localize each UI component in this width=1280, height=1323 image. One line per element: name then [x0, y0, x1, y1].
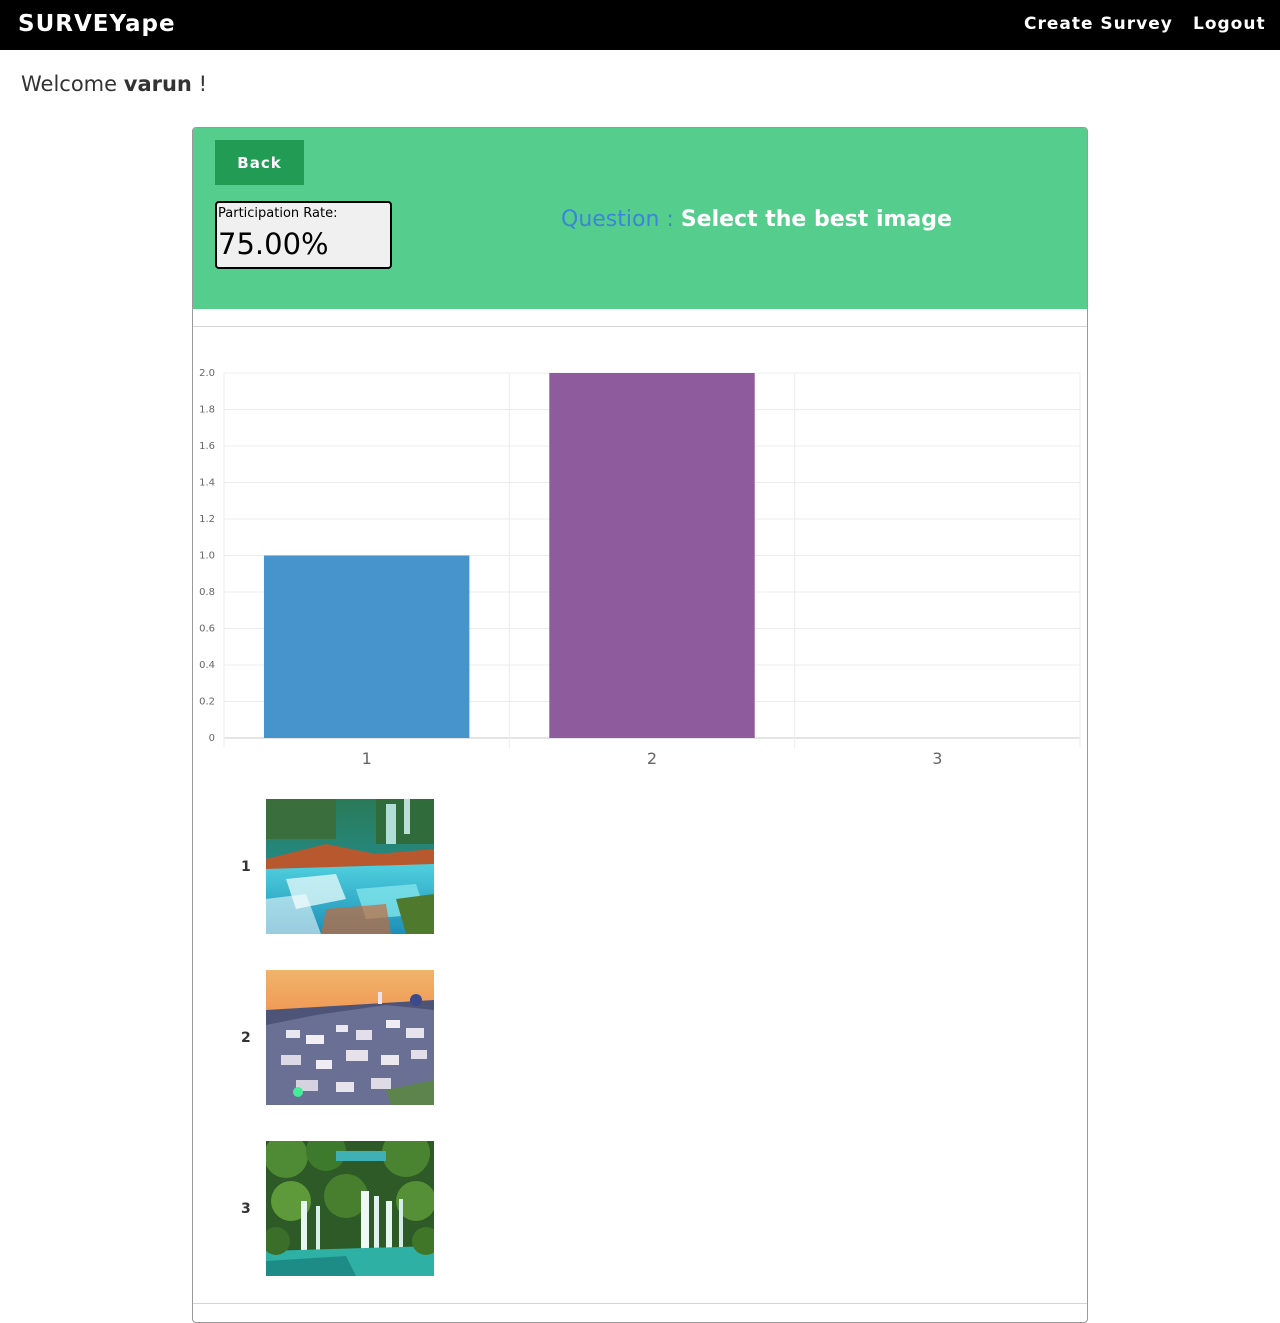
- question-text: Select the best image: [680, 207, 952, 232]
- create-survey-link[interactable]: Create Survey: [1024, 13, 1173, 35]
- welcome-username: varun: [123, 72, 192, 96]
- x-tick-label: 2: [647, 749, 657, 768]
- panel-header: Back Participation Rate: 75.00% Question…: [193, 128, 1087, 309]
- navbar: SURVEYape Create Survey Logout: [0, 0, 1280, 50]
- option-row-3: 3: [193, 1141, 1087, 1277]
- y-tick-label: 1.6: [199, 441, 215, 452]
- option-row-2: 2: [193, 970, 1087, 1106]
- forest-waterfalls-picture: [266, 1141, 434, 1276]
- y-tick-label: 2.0: [199, 368, 215, 379]
- option-row-1: 1: [193, 799, 1087, 935]
- divider-bottom: [193, 1303, 1087, 1304]
- option-number: 1: [241, 859, 251, 875]
- back-button[interactable]: Back: [215, 140, 304, 185]
- question-heading: Question : Select the best image: [561, 206, 952, 234]
- option-image-1[interactable]: [266, 799, 434, 934]
- x-tick-label: 3: [932, 749, 942, 768]
- bar-1: [263, 555, 470, 738]
- participation-rate-label: Participation Rate:: [218, 206, 338, 221]
- option-number: 2: [241, 1030, 251, 1046]
- welcome-message: Welcome varun !: [21, 71, 207, 97]
- question-prefix: Question :: [561, 207, 674, 232]
- option-image-3[interactable]: [266, 1141, 434, 1276]
- results-panel: Back Participation Rate: 75.00% Question…: [192, 127, 1088, 1323]
- y-tick-label: 1.2: [199, 514, 215, 525]
- y-tick-label: 0.4: [199, 660, 215, 671]
- participation-rate-value: 75.00%: [218, 227, 329, 261]
- results-chart: 0 0.2 0.4 0.6 0.8 1.0 1.2 1.4 1.6 1.8 2.0 1 2 3: [193, 328, 1087, 788]
- participation-rate-box: Participation Rate: 75.00%: [215, 201, 392, 269]
- santorini-village-picture: [266, 970, 434, 1105]
- y-tick-label: 0.6: [199, 624, 215, 635]
- option-number: 3: [241, 1201, 251, 1217]
- y-tick-label: 1.4: [199, 478, 215, 489]
- brand-logo[interactable]: SURVEYape: [18, 10, 176, 38]
- option-image-2[interactable]: [266, 970, 434, 1105]
- y-tick-label: 1.0: [199, 551, 215, 562]
- y-tick-label: 0.2: [199, 697, 215, 708]
- y-tick-label: 0.8: [199, 587, 215, 598]
- y-tick-label: 0: [209, 733, 215, 744]
- bar-chart-svg: 0 0.2 0.4 0.6 0.8 1.0 1.2 1.4 1.6 1.8 2.0 1 2 3: [199, 368, 1081, 768]
- x-tick-label: 1: [362, 749, 372, 768]
- waterfall-pools-picture: [266, 799, 434, 934]
- divider-top: [193, 326, 1087, 327]
- bar-2: [549, 373, 755, 738]
- y-tick-label: 1.8: [199, 405, 215, 416]
- welcome-suffix: !: [198, 72, 207, 96]
- logout-link[interactable]: Logout: [1193, 13, 1266, 35]
- welcome-prefix: Welcome: [21, 72, 118, 96]
